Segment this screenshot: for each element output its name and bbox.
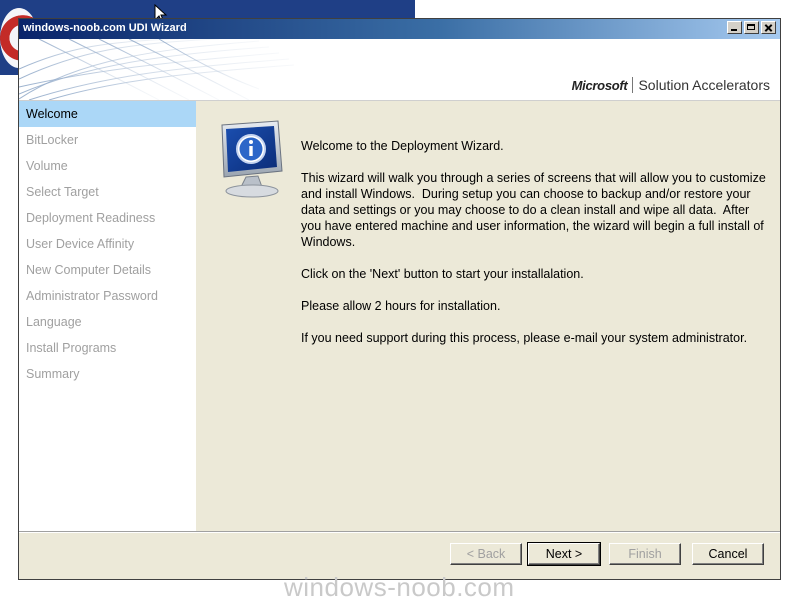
brand-logo: Microsoft Solution Accelerators (572, 77, 770, 93)
maximize-icon[interactable] (744, 21, 759, 34)
nav-item-bitlocker[interactable]: BitLocker (19, 127, 196, 153)
next-instruction: Click on the 'Next' button to start your… (301, 267, 584, 281)
close-icon[interactable] (761, 21, 776, 34)
title-bar[interactable]: windows-noob.com UDI Wizard (19, 19, 780, 39)
back-button[interactable]: < Back (450, 543, 522, 565)
minimize-icon[interactable] (727, 21, 742, 34)
nav-item-new-computer-details[interactable]: New Computer Details (19, 257, 196, 283)
nav-item-volume[interactable]: Volume (19, 153, 196, 179)
welcome-description: This wizard will walk you through a seri… (301, 171, 770, 249)
wizard-step-list: Welcome BitLocker Volume Select Target D… (19, 101, 196, 531)
watermark: windows-noob.com (284, 572, 515, 602)
duration-note: Please allow 2 hours for installation. (301, 299, 501, 313)
window-title: windows-noob.com UDI Wizard (23, 22, 187, 34)
brand-company: Microsoft (571, 77, 628, 93)
welcome-page: Welcome to the Deployment Wizard. This w… (196, 101, 780, 531)
nav-item-user-device-affinity[interactable]: User Device Affinity (19, 231, 196, 257)
next-button[interactable]: Next > (527, 542, 601, 566)
info-monitor-icon (216, 119, 288, 204)
nav-item-administrator-password[interactable]: Administrator Password (19, 283, 196, 309)
support-note: If you need support during this process,… (301, 331, 748, 345)
udi-wizard-window: windows-noob.com UDI Wizard Microsoft So… (18, 18, 781, 580)
welcome-heading: Welcome to the Deployment Wizard. (301, 139, 504, 153)
nav-item-install-programs[interactable]: Install Programs (19, 335, 196, 361)
finish-button[interactable]: Finish (609, 543, 681, 565)
nav-item-summary[interactable]: Summary (19, 361, 196, 387)
brand-separator (632, 77, 634, 93)
nav-item-language[interactable]: Language (19, 309, 196, 335)
welcome-text: Welcome to the Deployment Wizard. This w… (301, 138, 771, 362)
nav-item-select-target[interactable]: Select Target (19, 179, 196, 205)
header-banner: Microsoft Solution Accelerators (19, 39, 780, 101)
cancel-button[interactable]: Cancel (692, 543, 764, 565)
brand-product: Solution Accelerators (638, 77, 770, 93)
nav-item-welcome[interactable]: Welcome (19, 101, 196, 127)
nav-item-deployment-readiness[interactable]: Deployment Readiness (19, 205, 196, 231)
